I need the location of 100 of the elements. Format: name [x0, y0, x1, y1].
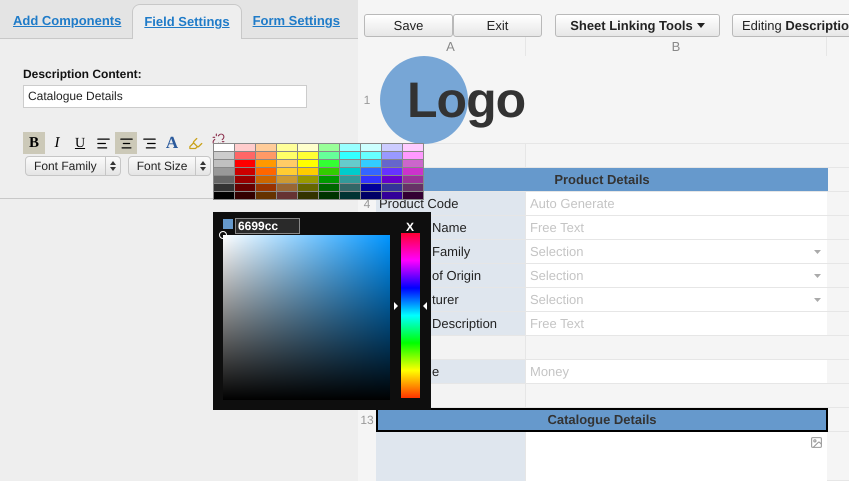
color-swatch[interactable] [340, 152, 360, 159]
color-swatch[interactable] [256, 152, 276, 159]
color-swatch[interactable] [340, 192, 360, 199]
color-swatch[interactable] [361, 160, 381, 167]
align-center-button[interactable] [115, 132, 137, 154]
font-color-button[interactable]: A [161, 132, 183, 154]
color-swatch[interactable] [235, 160, 255, 167]
color-swatch[interactable] [319, 192, 339, 199]
hue-slider-thumb[interactable] [394, 302, 427, 310]
color-swatch[interactable] [319, 152, 339, 159]
color-swatch[interactable] [256, 144, 276, 151]
stepper-icon [200, 161, 206, 171]
color-swatch[interactable] [340, 176, 360, 183]
tab[interactable]: Form Settings [246, 4, 347, 38]
color-swatch[interactable] [235, 168, 255, 175]
color-swatch[interactable] [403, 144, 423, 151]
color-swatch[interactable] [403, 184, 423, 191]
hex-field[interactable]: 6699cc [235, 218, 300, 234]
color-swatch[interactable] [403, 176, 423, 183]
italic-button[interactable]: I [46, 132, 68, 154]
color-swatch[interactable] [277, 192, 297, 199]
color-swatch[interactable] [340, 160, 360, 167]
color-swatch[interactable] [361, 168, 381, 175]
color-swatch[interactable] [361, 192, 381, 199]
text-field[interactable]: Catalogue Details [23, 84, 307, 108]
color-swatch[interactable] [298, 192, 318, 199]
color-swatch[interactable] [403, 168, 423, 175]
stepper-icon [110, 161, 116, 171]
color-swatch[interactable] [235, 152, 255, 159]
color-swatch[interactable] [235, 192, 255, 199]
color-swatch[interactable] [319, 144, 339, 151]
editing-button[interactable]: Editing Descriptio [732, 14, 849, 37]
color-swatch[interactable] [277, 160, 297, 167]
tab[interactable]: Add Components [6, 4, 128, 38]
color-swatch[interactable] [403, 160, 423, 167]
color-swatch[interactable] [361, 152, 381, 159]
color-swatch[interactable] [340, 184, 360, 191]
color-swatch[interactable] [319, 176, 339, 183]
color-swatch[interactable] [403, 152, 423, 159]
color-swatch[interactable] [214, 160, 234, 167]
color-swatch[interactable] [214, 144, 234, 151]
color-swatch[interactable] [256, 168, 276, 175]
color-swatch[interactable] [298, 184, 318, 191]
color-swatch[interactable] [403, 192, 423, 199]
color-swatch[interactable] [256, 160, 276, 167]
color-swatch[interactable] [256, 184, 276, 191]
color-swatch[interactable] [235, 144, 255, 151]
color-swatch[interactable] [298, 160, 318, 167]
color-swatch[interactable] [361, 144, 381, 151]
section-header[interactable]: Catalogue Details [376, 408, 828, 432]
column-header: B [672, 38, 680, 56]
color-swatch[interactable] [214, 152, 234, 159]
toolbar-button[interactable]: Save [364, 14, 453, 37]
color-swatch[interactable] [382, 160, 402, 167]
tab[interactable]: Field Settings [132, 4, 242, 39]
close-button[interactable]: X [406, 218, 414, 236]
color-swatch[interactable] [277, 152, 297, 159]
color-field[interactable] [223, 235, 390, 400]
color-swatch[interactable] [319, 168, 339, 175]
color-swatch[interactable] [277, 184, 297, 191]
color-swatch[interactable] [361, 184, 381, 191]
color-swatch[interactable] [298, 176, 318, 183]
broken-link-icon [212, 132, 224, 146]
color-swatch[interactable] [319, 160, 339, 167]
color-swatch[interactable] [298, 168, 318, 175]
color-swatch[interactable] [340, 168, 360, 175]
row-number: 13 [360, 414, 374, 426]
color-swatch[interactable] [382, 192, 402, 199]
color-swatch[interactable] [382, 144, 402, 151]
column-header: A [446, 38, 455, 56]
caret-icon [814, 250, 821, 254]
caret-icon [814, 274, 821, 278]
color-swatch[interactable] [361, 176, 381, 183]
select-field[interactable]: Font Family [25, 156, 121, 176]
color-swatch[interactable] [214, 192, 234, 199]
color-swatch[interactable] [214, 184, 234, 191]
picker-handle[interactable] [219, 231, 227, 239]
color-swatch[interactable] [277, 176, 297, 183]
bold-button[interactable]: B [23, 132, 45, 154]
menu-button[interactable]: Sheet Linking Tools [555, 14, 720, 37]
color-swatch[interactable] [298, 152, 318, 159]
color-swatch[interactable] [256, 192, 276, 199]
color-swatch[interactable] [277, 168, 297, 175]
color-swatch[interactable] [214, 168, 234, 175]
toolbar-button[interactable]: Exit [453, 14, 542, 37]
select-field[interactable]: Font Size [128, 156, 212, 176]
color-swatch[interactable] [298, 144, 318, 151]
color-swatch[interactable] [235, 176, 255, 183]
color-swatch[interactable] [277, 144, 297, 151]
color-swatch[interactable] [256, 176, 276, 183]
underline-button[interactable]: U [69, 132, 91, 154]
caret-icon [814, 298, 821, 302]
color-swatch[interactable] [214, 176, 234, 183]
color-swatch[interactable] [235, 184, 255, 191]
color-swatch[interactable] [382, 152, 402, 159]
color-swatch[interactable] [382, 176, 402, 183]
color-swatch[interactable] [382, 168, 402, 175]
color-swatch[interactable] [319, 184, 339, 191]
color-swatch[interactable] [340, 144, 360, 151]
color-swatch[interactable] [382, 184, 402, 191]
